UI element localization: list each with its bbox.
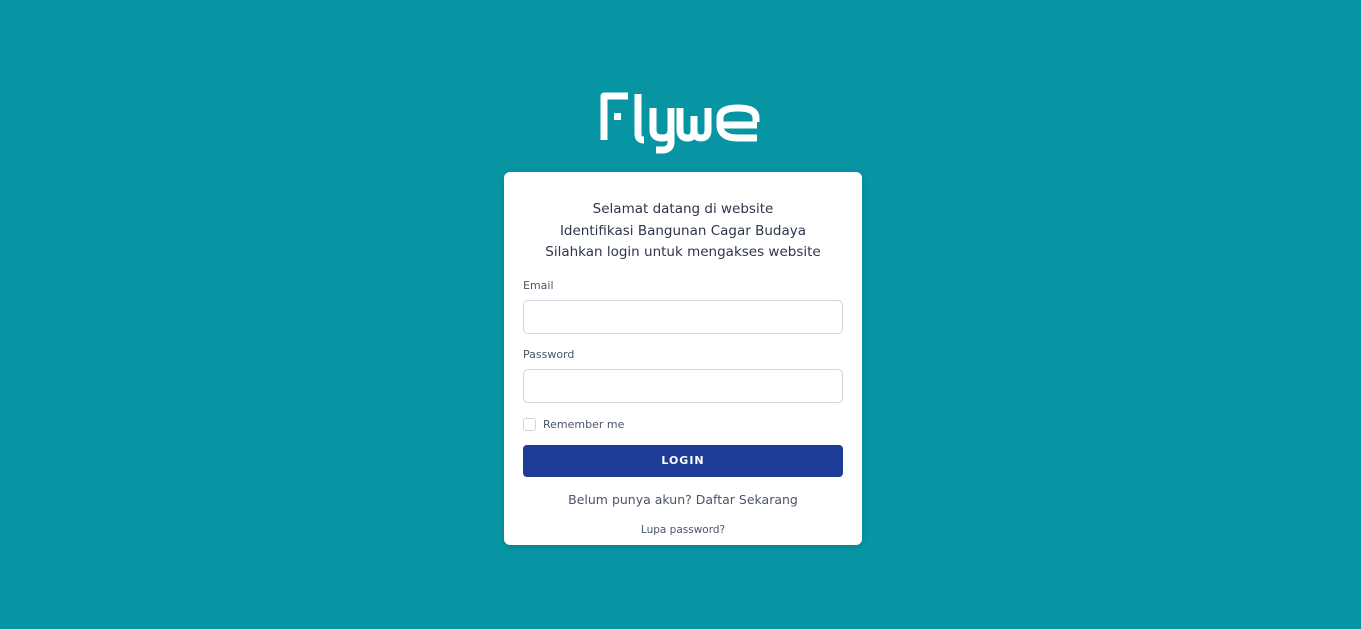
brand-logo [0,92,1361,154]
welcome-message: Selamat datang di website Identifikasi B… [523,199,843,264]
welcome-line: Silahkan login untuk mengakses website [545,244,821,260]
login-button[interactable]: LOGIN [523,444,843,477]
email-input[interactable] [523,299,843,334]
flywe-logo-graphic [600,92,759,154]
email-label: Email [523,278,554,292]
password-input[interactable] [523,368,843,403]
remember-me-checkbox[interactable] [523,418,536,431]
register-prompt: Belum punya akun? Daftar Sekarang [523,492,843,508]
welcome-line: Identifikasi Bangunan Cagar Budaya [559,222,807,239]
login-card: Selamat datang di website Identifikasi B… [504,172,862,545]
welcome-line: Selamat datang di website [592,201,774,217]
register-prompt-text: Belum punya akun? [568,491,692,507]
password-label: Password [523,347,575,361]
remember-me: Remember me [523,418,843,432]
remember-me-label: Remember me [543,418,625,431]
register-link[interactable]: Daftar Sekarang [696,492,798,507]
forgot-password-link[interactable]: Lupa password? [523,524,843,536]
